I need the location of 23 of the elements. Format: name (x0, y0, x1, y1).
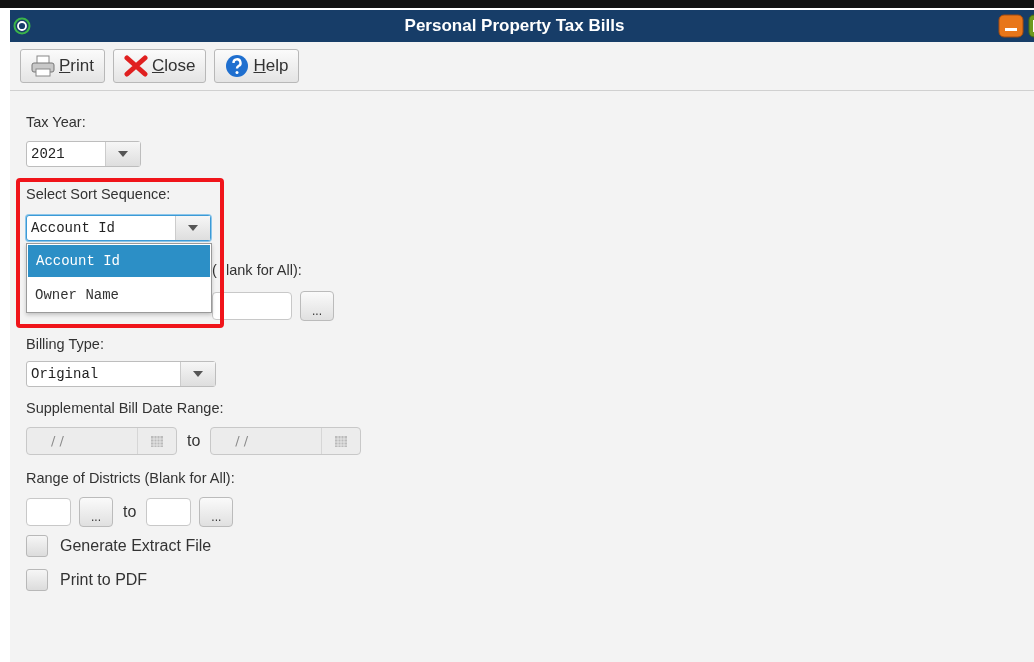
year-dropdown[interactable]: 2021 (26, 141, 141, 167)
field-label: Select Sort Sequence: (26, 185, 172, 204)
range-separator: to (186, 432, 202, 450)
browse-button[interactable]: ... (79, 497, 113, 527)
sort-dropdown[interactable]: Account Id (26, 215, 211, 241)
toolbar-button[interactable]: Print (20, 49, 105, 83)
billing-dropdown[interactable]: Original (26, 361, 216, 387)
field-label: Supplemental Bill Date Range: (26, 399, 225, 418)
field-label: Range of Districts (Blank for All): (26, 469, 236, 488)
dropdown-option[interactable]: Owner Name (27, 278, 211, 312)
checkbox-label: Generate Extract File (60, 537, 212, 555)
dropdown-option[interactable]: Account Id (28, 245, 210, 277)
toolbar-button[interactable]: Help (214, 49, 300, 83)
field-label: lank for All): (226, 261, 302, 280)
range-separator: to (122, 503, 138, 521)
field-label: ( (212, 261, 218, 280)
browse-button[interactable]: ... (300, 291, 334, 321)
field-label: Tax Year: (26, 113, 87, 132)
window-title: Personal Property Tax Bills (403, 16, 626, 36)
checkbox-label: Print to PDF (60, 571, 148, 589)
field-label: Billing Type: (26, 335, 105, 354)
toolbar-button[interactable]: Close (112, 49, 207, 83)
browse-button[interactable]: ... (199, 497, 234, 527)
